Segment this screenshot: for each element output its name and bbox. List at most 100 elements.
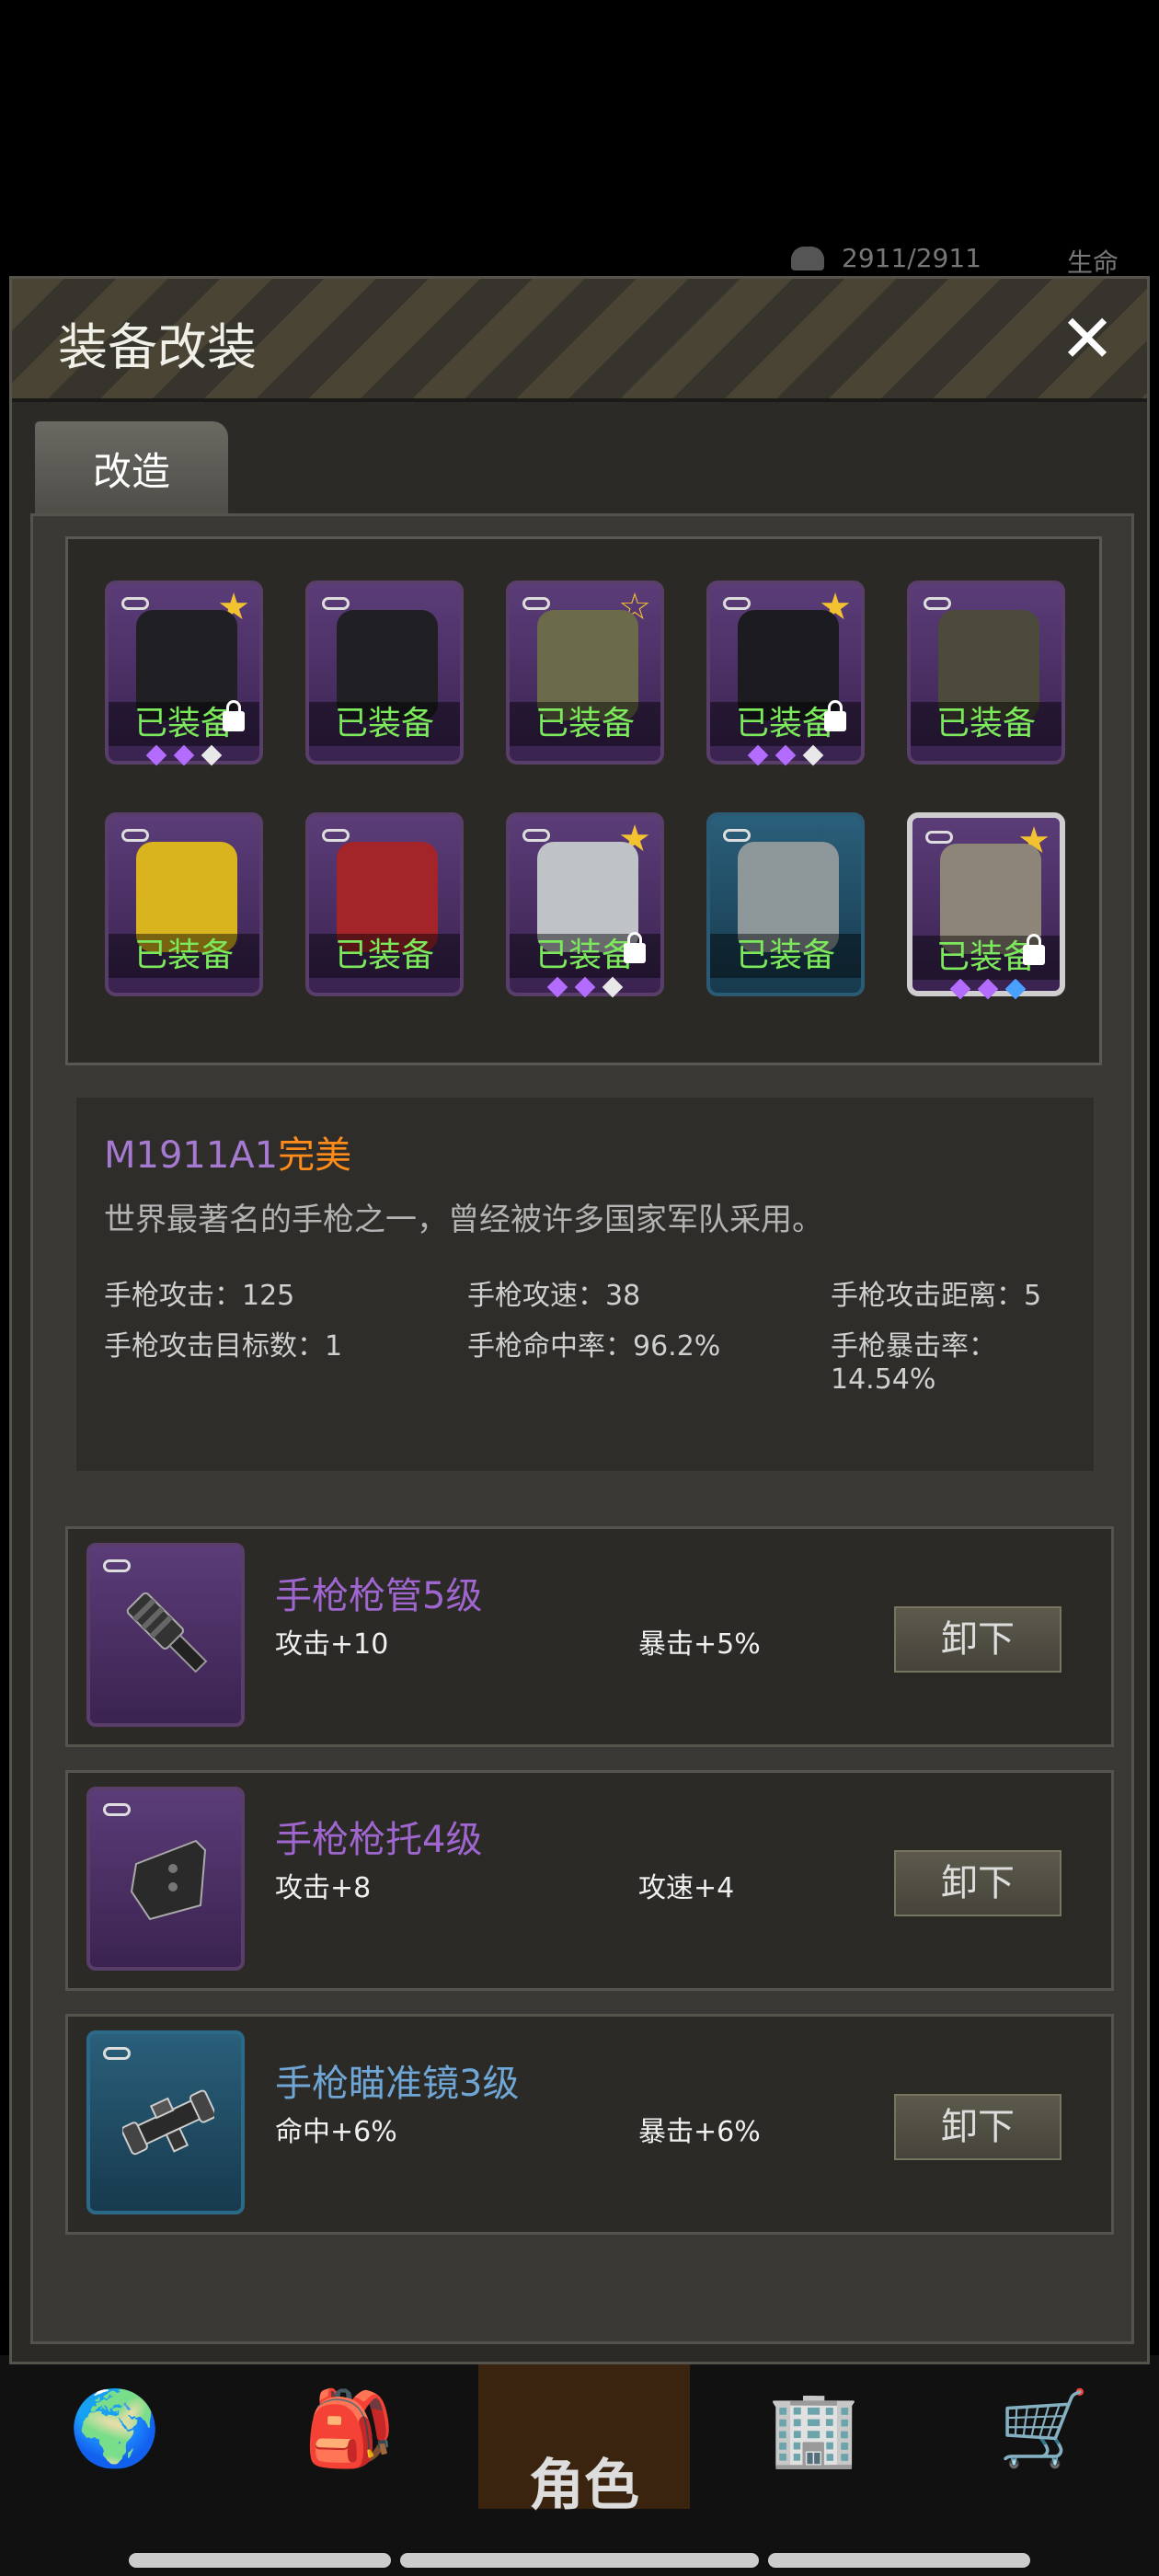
mod-name: 手枪枪管5级 [275,1575,483,1617]
dialog-title: 装备改装 [58,318,257,376]
mod-icon-scope[interactable] [86,2030,245,2214]
gem-icon [775,744,797,766]
link-icon [723,597,751,610]
hud-life-label: 生命 [1067,247,1119,278]
stat-crit-rate: 手枪暴击率：14.54% [831,1330,996,1396]
gem-slots [546,976,633,1000]
equipped-label: 已装备 [334,937,434,974]
equipment-slot-parka[interactable]: 已装备 [907,581,1065,765]
mod-name: 手枪瞄准镜3级 [275,2063,520,2105]
bottom-nav: 🌍 🎒 角色 🏢 🛒 [0,2360,1159,2525]
link-icon [925,831,953,844]
mod-stat-secondary: 暴击+6% [638,2116,761,2148]
item-quality: 完美 [278,1134,352,1177]
link-icon [103,2047,131,2060]
heart-icon [791,247,824,270]
gem-icon [802,744,824,766]
stat-accuracy: 手枪命中率：96.2% [467,1330,721,1363]
gem-slots [747,744,833,768]
scope-icon [122,2089,214,2156]
item-description: 世界最著名的手枪之一，曾经被许多国家军队采用。 [104,1202,823,1238]
link-icon [522,829,550,842]
gem-icon [949,978,971,1000]
hud-bar: 2911/2911 生命 [791,241,1159,278]
mod-stat-primary: 攻击+10 [275,1628,389,1661]
equipment-slot-pants-camo[interactable]: ☆ 已装备 [506,581,664,765]
dialog-header: 装备改装 ✕ [12,279,1147,402]
stat-attack-speed: 手枪攻速：38 [467,1280,641,1312]
tab-panel: ★ 已装备 已装备 ☆ 已装备 ★ 已装备 已装备 已装备 已装备 ★ 已装备 已装备 ★ 已装备 M191… [30,513,1134,2344]
equipped-label: 已装备 [334,705,434,742]
gem-icon [546,976,568,998]
equipment-slot-football-helmet[interactable]: 已装备 [305,812,464,996]
lock-icon [624,932,646,963]
gem-icon [173,744,195,766]
lock-icon [223,700,245,731]
lock-icon [1023,934,1045,965]
equipment-slot-pants-dark-2[interactable]: 已装备 [305,581,464,765]
stock-icon [130,1839,207,1921]
home-indicator-left [129,2553,391,2568]
equipped-label: 已装备 [133,937,234,974]
item-title: M1911A1完美 [104,1125,351,1179]
building-icon: 🏢 [768,2386,860,2471]
equipment-slot-pants-dark[interactable]: ★ 已装备 [105,581,263,768]
nav-character-label: 角色 [529,2454,639,2518]
mod-stat-primary: 命中+6% [275,2116,397,2148]
gem-slots [145,744,232,768]
unequip-button[interactable]: 卸下 [890,2090,1065,2164]
link-icon [322,829,350,842]
home-indicator-center [400,2553,759,2568]
gem-icon [145,744,167,766]
item-detail: M1911A1完美 世界最著名的手枪之一，曾经被许多国家军队采用。 手枪攻击：1… [75,1096,1096,1473]
equipped-label: 已装备 [534,705,635,742]
mod-name: 手枪枪托4级 [275,1819,483,1861]
gem-icon [201,744,223,766]
nav-shop-button[interactable]: 🛒 [975,2360,1113,2498]
equipment-slot-pistol[interactable]: ★ 已装备 [907,812,1065,1000]
stat-attack: 手枪攻击：125 [104,1280,295,1312]
link-icon [924,597,951,610]
nav-map-button[interactable]: 🌍 [46,2360,184,2498]
mod-row-scope: 手枪瞄准镜3级 命中+6% 暴击+6% 卸下 [65,2014,1114,2235]
cart-icon: 🛒 [998,2386,1090,2471]
mod-stat-secondary: 暴击+5% [638,1628,761,1661]
equipped-label: 已装备 [935,705,1036,742]
mod-stat-primary: 攻击+8 [275,1872,372,1904]
tab-modify[interactable]: 改造 [32,419,231,518]
link-icon [522,597,550,610]
gem-icon [602,976,624,998]
backpack-icon: 🎒 [304,2386,396,2471]
hud-hp-text: 2911/2911 [842,243,981,273]
nav-backpack-button[interactable]: 🎒 [281,2360,419,2498]
background-top [0,0,1159,276]
close-icon: ✕ [1059,300,1116,377]
nav-character-button[interactable]: 角色 [476,2360,692,2518]
mod-icon-stock[interactable] [86,1787,245,1971]
equipped-label: 已装备 [735,937,835,974]
close-button[interactable]: ✕ [1055,305,1119,372]
equipment-grid: ★ 已装备 已装备 ☆ 已装备 ★ 已装备 已装备 已装备 已装备 ★ 已装备 已装备 ★ 已装备 [65,536,1102,1065]
link-icon [121,597,149,610]
equipment-slot-raincoat-yellow[interactable]: 已装备 [105,812,263,996]
equipment-slot-jacket-dark[interactable]: ★ 已装备 [706,581,865,768]
link-icon [723,829,751,842]
nav-building-button[interactable]: 🏢 [745,2360,883,2498]
equipment-slot-police-helmet[interactable]: ★ 已装备 [506,812,664,998]
link-icon [103,1803,131,1816]
link-icon [322,597,350,610]
unequip-button[interactable]: 卸下 [890,1846,1065,1920]
equipment-slot-visor-helmet[interactable]: 已装备 [706,812,865,996]
link-icon [121,829,149,842]
equipment-mod-dialog: 装备改装 ✕ 改造 ★ 已装备 已装备 ☆ 已装备 ★ 已装备 已装备 已装备 已装备 ★ 已装备 已装… [9,276,1150,2364]
gem-icon [574,976,596,998]
stat-target-count: 手枪攻击目标数：1 [104,1330,343,1363]
unequip-button[interactable]: 卸下 [890,1603,1065,1676]
gem-icon [747,744,769,766]
mod-icon-barrel[interactable] [86,1543,245,1727]
gem-slots [949,978,1036,1002]
home-indicator-right [768,2553,1030,2568]
item-name: M1911A1 [104,1134,279,1177]
gem-icon [1004,978,1027,1000]
mod-stat-secondary: 攻速+4 [638,1872,735,1904]
